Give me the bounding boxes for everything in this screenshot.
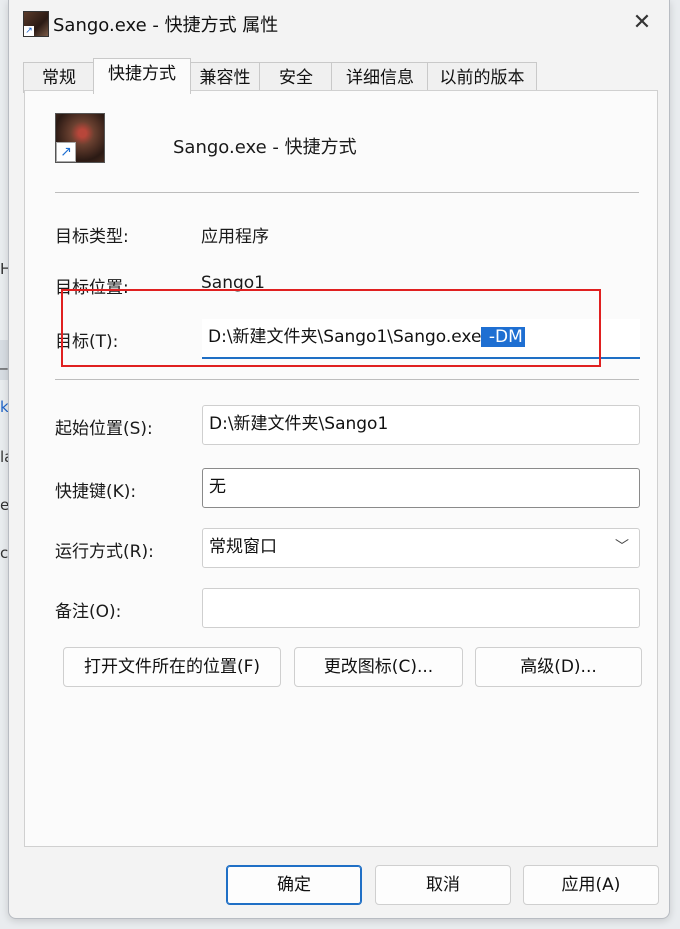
start-in-input[interactable]: D:\新建文件夹\Sango1: [202, 405, 640, 445]
close-icon[interactable]: ✕: [627, 8, 657, 38]
background-text: co: [0, 544, 8, 562]
target-input[interactable]: D:\新建文件夹\Sango1\Sango.exe -DM: [202, 319, 640, 359]
run-select-value: 常规窗口: [209, 537, 277, 557]
comment-label: 备注(O):: [55, 602, 122, 622]
background-text: la: [0, 448, 8, 466]
run-label: 运行方式(R):: [55, 542, 154, 562]
shortcut-icon: ↗: [55, 113, 105, 163]
apply-button[interactable]: 应用(A): [523, 865, 659, 905]
advanced-button[interactable]: 高级(D)...: [475, 647, 642, 687]
tab-security[interactable]: 安全: [259, 62, 333, 93]
change-icon-button[interactable]: 更改图标(C)...: [294, 647, 463, 687]
chevron-down-icon: ﹀: [615, 539, 629, 555]
app-icon: ↗: [23, 11, 49, 37]
comment-input[interactable]: [202, 588, 640, 628]
tab-compatibility[interactable]: 兼容性: [189, 62, 261, 93]
tab-general[interactable]: 常规: [23, 62, 95, 93]
target-location-label: 目标位置:: [55, 278, 129, 298]
target-label: 目标(T):: [55, 332, 119, 352]
shortcut-tab-panel: ↗ Sango.exe - 快捷方式 目标类型: 应用程序 目标位置: Sang…: [24, 90, 658, 847]
target-type-value: 应用程序: [201, 227, 269, 247]
background-text: k: [0, 398, 8, 416]
cancel-button[interactable]: 取消: [375, 865, 511, 905]
target-type-label: 目标类型:: [55, 227, 129, 247]
shortcut-arrow-icon: ↗: [56, 142, 76, 162]
target-location-value: Sango1: [201, 273, 265, 293]
shortcut-name: Sango.exe - 快捷方式: [173, 137, 357, 158]
window-title: Sango.exe - 快捷方式 属性: [53, 15, 279, 36]
title-bar[interactable]: ↗ Sango.exe - 快捷方式 属性 ✕: [9, 0, 669, 46]
background-text: _: [0, 352, 8, 370]
properties-dialog: ↗ Sango.exe - 快捷方式 属性 ✕ 常规 快捷方式 兼容性 安全 详…: [8, 0, 670, 919]
target-text: D:\新建文件夹\Sango1\Sango.exe: [208, 327, 482, 347]
ok-button[interactable]: 确定: [226, 865, 362, 905]
divider: [55, 379, 639, 380]
tab-details[interactable]: 详细信息: [331, 62, 429, 93]
shortcut-key-label: 快捷键(K):: [55, 482, 137, 502]
shortcut-arrow-icon: ↗: [24, 26, 34, 36]
background-text: ex: [0, 496, 8, 514]
tab-previous-versions[interactable]: 以前的版本: [427, 62, 537, 93]
target-selected-text: -DM: [481, 327, 525, 347]
shortcut-key-input[interactable]: 无: [202, 468, 640, 508]
divider: [55, 192, 639, 193]
tab-shortcut[interactable]: 快捷方式: [93, 58, 191, 94]
run-select[interactable]: 常规窗口 ﹀: [202, 528, 640, 568]
background-text: H: [0, 260, 8, 278]
start-in-label: 起始位置(S):: [55, 419, 153, 439]
open-file-location-button[interactable]: 打开文件所在的位置(F): [63, 647, 281, 687]
